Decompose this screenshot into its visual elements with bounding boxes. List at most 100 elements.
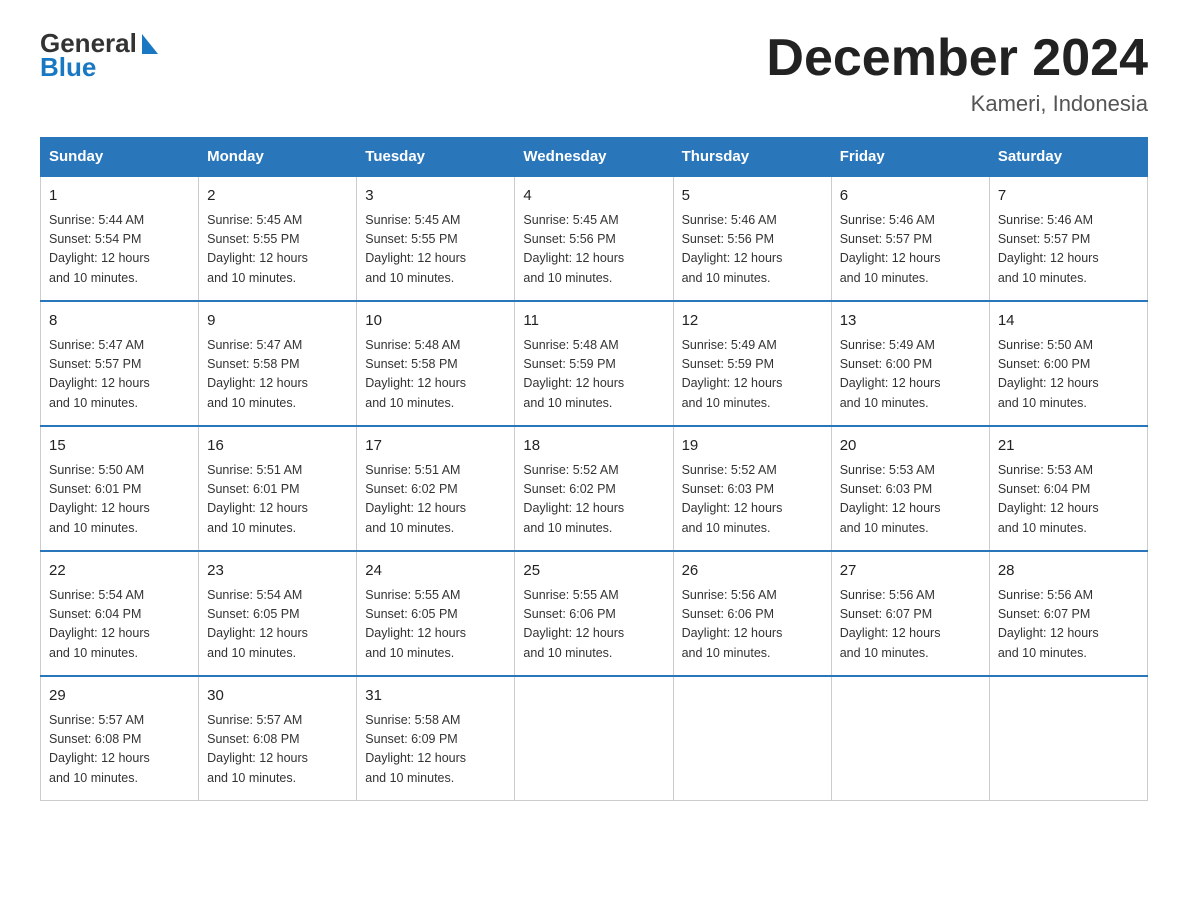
col-sunday: Sunday <box>41 138 199 177</box>
day-info: Sunrise: 5:49 AMSunset: 6:00 PMDaylight:… <box>840 338 941 410</box>
calendar-cell <box>831 676 989 801</box>
day-number: 22 <box>49 560 190 583</box>
day-info: Sunrise: 5:56 AMSunset: 6:06 PMDaylight:… <box>682 588 783 660</box>
day-number: 16 <box>207 435 348 458</box>
day-info: Sunrise: 5:44 AMSunset: 5:54 PMDaylight:… <box>49 213 150 285</box>
day-number: 18 <box>523 435 664 458</box>
page-header: General Blue December 2024 Kameri, Indon… <box>40 30 1148 117</box>
day-number: 14 <box>998 310 1139 333</box>
day-number: 27 <box>840 560 981 583</box>
day-info: Sunrise: 5:50 AMSunset: 6:01 PMDaylight:… <box>49 463 150 535</box>
day-info: Sunrise: 5:47 AMSunset: 5:58 PMDaylight:… <box>207 338 308 410</box>
calendar-cell: 25Sunrise: 5:55 AMSunset: 6:06 PMDayligh… <box>515 551 673 676</box>
calendar-cell: 22 Sunrise: 5:54 AMSunset: 6:04 PMDayligh… <box>41 551 199 676</box>
calendar-cell: 21 Sunrise: 5:53 AMSunset: 6:04 PMDayligh… <box>989 426 1147 551</box>
calendar-cell: 9 Sunrise: 5:47 AMSunset: 5:58 PMDaylight… <box>199 301 357 426</box>
day-number: 3 <box>365 185 506 208</box>
calendar-cell <box>673 676 831 801</box>
day-info: Sunrise: 5:45 AMSunset: 5:56 PMDaylight:… <box>523 213 624 285</box>
day-info: Sunrise: 5:57 AMSunset: 6:08 PMDaylight:… <box>49 713 150 785</box>
day-info: Sunrise: 5:51 AMSunset: 6:02 PMDaylight:… <box>365 463 466 535</box>
calendar-cell: 29 Sunrise: 5:57 AMSunset: 6:08 PMDayligh… <box>41 676 199 801</box>
day-info: Sunrise: 5:56 AMSunset: 6:07 PMDaylight:… <box>840 588 941 660</box>
calendar-cell: 17 Sunrise: 5:51 AMSunset: 6:02 PMDayligh… <box>357 426 515 551</box>
day-info: Sunrise: 5:56 AMSunset: 6:07 PMDaylight:… <box>998 588 1099 660</box>
calendar-cell: 27 Sunrise: 5:56 AMSunset: 6:07 PMDayligh… <box>831 551 989 676</box>
day-info: Sunrise: 5:54 AMSunset: 6:04 PMDaylight:… <box>49 588 150 660</box>
calendar-cell: 30 Sunrise: 5:57 AMSunset: 6:08 PMDayligh… <box>199 676 357 801</box>
day-info: Sunrise: 5:55 AMSunset: 6:05 PMDaylight:… <box>365 588 466 660</box>
day-number: 11 <box>523 310 664 333</box>
calendar-cell: 18 Sunrise: 5:52 AMSunset: 6:02 PMDayligh… <box>515 426 673 551</box>
day-number: 30 <box>207 685 348 708</box>
calendar-week-row: 8 Sunrise: 5:47 AMSunset: 5:57 PMDaylight… <box>41 301 1148 426</box>
calendar-cell: 10 Sunrise: 5:48 AMSunset: 5:58 PMDayligh… <box>357 301 515 426</box>
day-number: 20 <box>840 435 981 458</box>
calendar-cell: 15 Sunrise: 5:50 AMSunset: 6:01 PMDayligh… <box>41 426 199 551</box>
col-friday: Friday <box>831 138 989 177</box>
calendar-cell: 3 Sunrise: 5:45 AMSunset: 5:55 PMDaylight… <box>357 176 515 301</box>
day-info: Sunrise: 5:58 AMSunset: 6:09 PMDaylight:… <box>365 713 466 785</box>
col-saturday: Saturday <box>989 138 1147 177</box>
day-number: 24 <box>365 560 506 583</box>
day-info: Sunrise: 5:48 AMSunset: 5:58 PMDaylight:… <box>365 338 466 410</box>
day-number: 2 <box>207 185 348 208</box>
calendar-cell: 14 Sunrise: 5:50 AMSunset: 6:00 PMDayligh… <box>989 301 1147 426</box>
title-block: December 2024 Kameri, Indonesia <box>766 30 1148 117</box>
calendar-cell: 12Sunrise: 5:49 AMSunset: 5:59 PMDayligh… <box>673 301 831 426</box>
day-number: 15 <box>49 435 190 458</box>
calendar-cell <box>989 676 1147 801</box>
day-number: 28 <box>998 560 1139 583</box>
calendar-cell: 8 Sunrise: 5:47 AMSunset: 5:57 PMDaylight… <box>41 301 199 426</box>
calendar-cell: 31 Sunrise: 5:58 AMSunset: 6:09 PMDayligh… <box>357 676 515 801</box>
day-number: 19 <box>682 435 823 458</box>
col-wednesday: Wednesday <box>515 138 673 177</box>
calendar-cell: 6Sunrise: 5:46 AMSunset: 5:57 PMDaylight… <box>831 176 989 301</box>
calendar-week-row: 15 Sunrise: 5:50 AMSunset: 6:01 PMDayligh… <box>41 426 1148 551</box>
day-number: 29 <box>49 685 190 708</box>
day-info: Sunrise: 5:47 AMSunset: 5:57 PMDaylight:… <box>49 338 150 410</box>
day-info: Sunrise: 5:50 AMSunset: 6:00 PMDaylight:… <box>998 338 1099 410</box>
calendar-header-row: Sunday Monday Tuesday Wednesday Thursday… <box>41 138 1148 177</box>
calendar-cell <box>515 676 673 801</box>
col-thursday: Thursday <box>673 138 831 177</box>
day-number: 4 <box>523 185 664 208</box>
day-info: Sunrise: 5:52 AMSunset: 6:02 PMDaylight:… <box>523 463 624 535</box>
day-number: 26 <box>682 560 823 583</box>
calendar-title: December 2024 <box>766 30 1148 87</box>
day-number: 23 <box>207 560 348 583</box>
day-info: Sunrise: 5:53 AMSunset: 6:03 PMDaylight:… <box>840 463 941 535</box>
day-info: Sunrise: 5:52 AMSunset: 6:03 PMDaylight:… <box>682 463 783 535</box>
calendar-cell: 1 Sunrise: 5:44 AMSunset: 5:54 PMDaylight… <box>41 176 199 301</box>
day-info: Sunrise: 5:57 AMSunset: 6:08 PMDaylight:… <box>207 713 308 785</box>
day-number: 9 <box>207 310 348 333</box>
day-info: Sunrise: 5:53 AMSunset: 6:04 PMDaylight:… <box>998 463 1099 535</box>
day-number: 31 <box>365 685 506 708</box>
calendar-cell: 23Sunrise: 5:54 AMSunset: 6:05 PMDayligh… <box>199 551 357 676</box>
logo-text-blue: Blue <box>40 54 142 80</box>
calendar-cell: 19 Sunrise: 5:52 AMSunset: 6:03 PMDayligh… <box>673 426 831 551</box>
calendar-week-row: 29 Sunrise: 5:57 AMSunset: 6:08 PMDayligh… <box>41 676 1148 801</box>
day-number: 6 <box>840 185 981 208</box>
day-number: 5 <box>682 185 823 208</box>
calendar-cell: 24 Sunrise: 5:55 AMSunset: 6:05 PMDayligh… <box>357 551 515 676</box>
day-number: 8 <box>49 310 190 333</box>
day-info: Sunrise: 5:55 AMSunset: 6:06 PMDaylight:… <box>523 588 624 660</box>
calendar-cell: 26 Sunrise: 5:56 AMSunset: 6:06 PMDayligh… <box>673 551 831 676</box>
calendar-cell: 13Sunrise: 5:49 AMSunset: 6:00 PMDayligh… <box>831 301 989 426</box>
day-info: Sunrise: 5:45 AMSunset: 5:55 PMDaylight:… <box>207 213 308 285</box>
day-number: 10 <box>365 310 506 333</box>
day-number: 1 <box>49 185 190 208</box>
day-number: 21 <box>998 435 1139 458</box>
calendar-cell: 7 Sunrise: 5:46 AMSunset: 5:57 PMDaylight… <box>989 176 1147 301</box>
calendar-subtitle: Kameri, Indonesia <box>766 91 1148 117</box>
calendar-table: Sunday Monday Tuesday Wednesday Thursday… <box>40 137 1148 801</box>
day-number: 7 <box>998 185 1139 208</box>
day-info: Sunrise: 5:46 AMSunset: 5:57 PMDaylight:… <box>998 213 1099 285</box>
logo: General Blue <box>40 30 142 80</box>
day-info: Sunrise: 5:49 AMSunset: 5:59 PMDaylight:… <box>682 338 783 410</box>
day-number: 17 <box>365 435 506 458</box>
calendar-cell: 28 Sunrise: 5:56 AMSunset: 6:07 PMDayligh… <box>989 551 1147 676</box>
day-info: Sunrise: 5:45 AMSunset: 5:55 PMDaylight:… <box>365 213 466 285</box>
calendar-cell: 2 Sunrise: 5:45 AMSunset: 5:55 PMDaylight… <box>199 176 357 301</box>
